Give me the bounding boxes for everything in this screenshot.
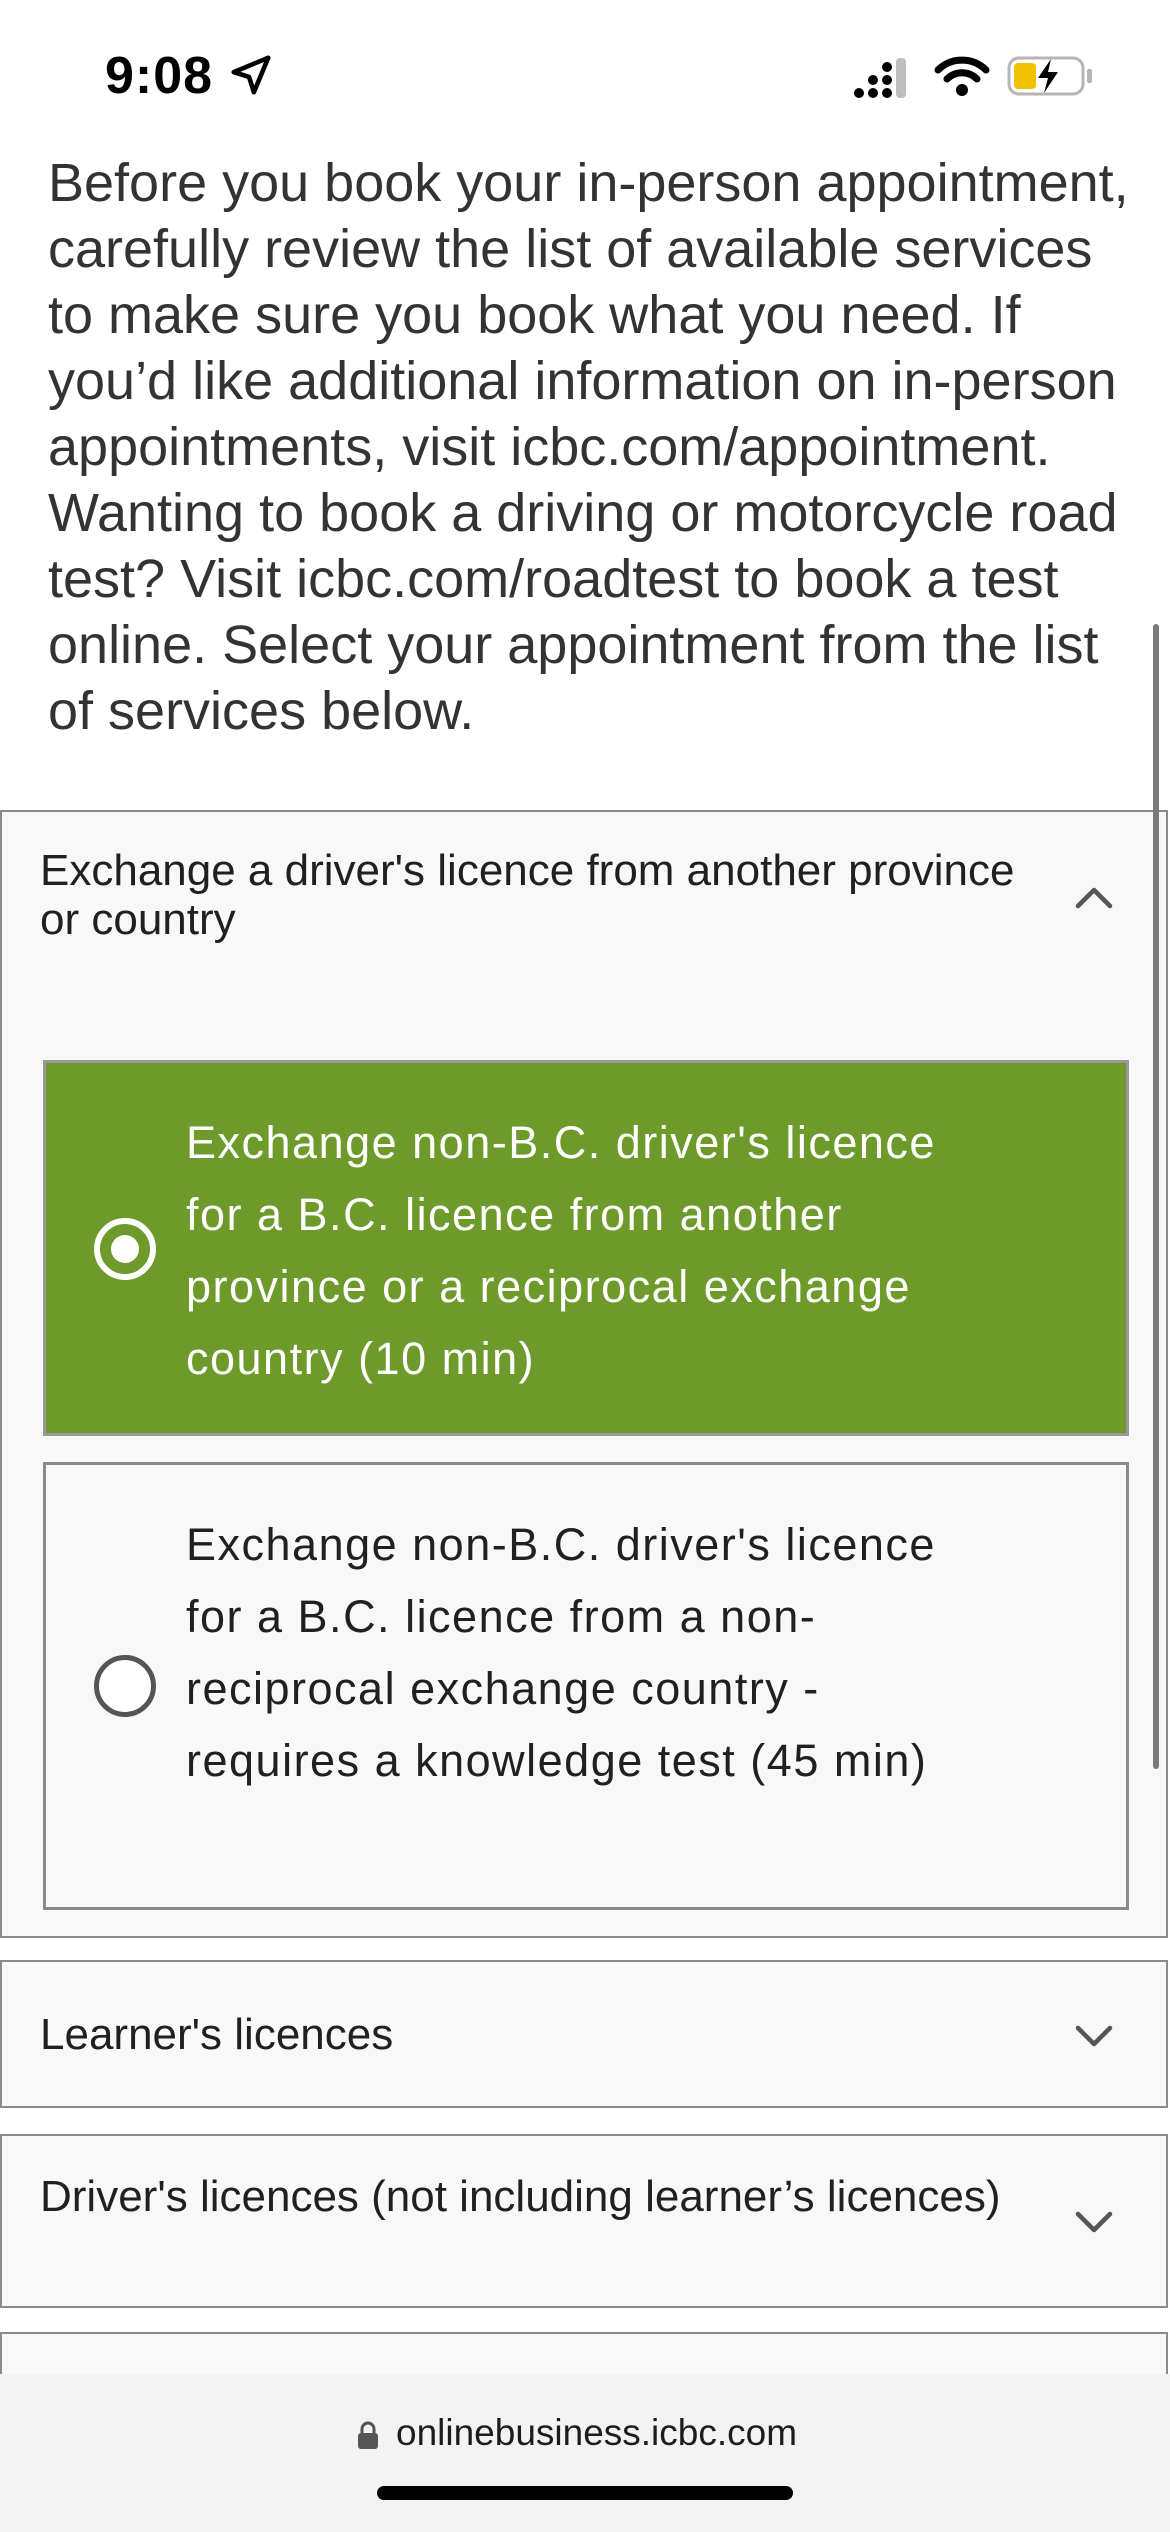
radio-selected-icon[interactable] bbox=[94, 1218, 156, 1280]
chevron-up-icon[interactable] bbox=[1072, 876, 1116, 920]
location-arrow-icon bbox=[231, 55, 271, 95]
battery-charging-icon bbox=[1007, 56, 1092, 96]
service-option-reciprocal[interactable]: Exchange non-B.C. driver's licence for a… bbox=[43, 1060, 1129, 1436]
accordion-title[interactable]: Learner's licences bbox=[40, 2010, 1020, 2059]
status-bar: 9:08 bbox=[0, 0, 1170, 150]
browser-address-bar[interactable]: onlinebusiness.icbc.com bbox=[0, 2374, 1170, 2532]
option-label: Exchange non-B.C. driver's licence for a… bbox=[186, 1519, 936, 1786]
chevron-down-icon[interactable] bbox=[1072, 2200, 1116, 2244]
intro-paragraph: Before you book your in-person appointme… bbox=[48, 153, 1129, 741]
scrollbar[interactable] bbox=[1153, 624, 1159, 1769]
service-option-non-reciprocal[interactable]: Exchange non-B.C. driver's licence for a… bbox=[43, 1462, 1129, 1910]
accordion-title[interactable]: Exchange a driver's licence from another… bbox=[40, 846, 1020, 944]
accordion-drivers-licences[interactable]: Driver's licences (not including learner… bbox=[0, 2134, 1168, 2308]
lock-icon bbox=[358, 2421, 378, 2449]
status-time: 9:08 bbox=[105, 47, 214, 105]
accordion-exchange-licence[interactable]: Exchange a driver's licence from another… bbox=[0, 810, 1168, 1938]
accordion-learners-licences[interactable]: Learner's licences bbox=[0, 1960, 1168, 2108]
radio-unselected-icon[interactable] bbox=[94, 1655, 156, 1717]
chevron-down-icon[interactable] bbox=[1072, 2014, 1116, 2058]
cellular-signal-icon bbox=[854, 58, 906, 98]
wifi-icon bbox=[934, 56, 990, 96]
accordion-title[interactable]: Driver's licences (not including learner… bbox=[40, 2172, 1020, 2221]
url-text[interactable]: onlinebusiness.icbc.com bbox=[396, 2412, 797, 2454]
home-indicator[interactable] bbox=[377, 2486, 793, 2500]
option-label: Exchange non-B.C. driver's licence for a… bbox=[186, 1117, 936, 1384]
